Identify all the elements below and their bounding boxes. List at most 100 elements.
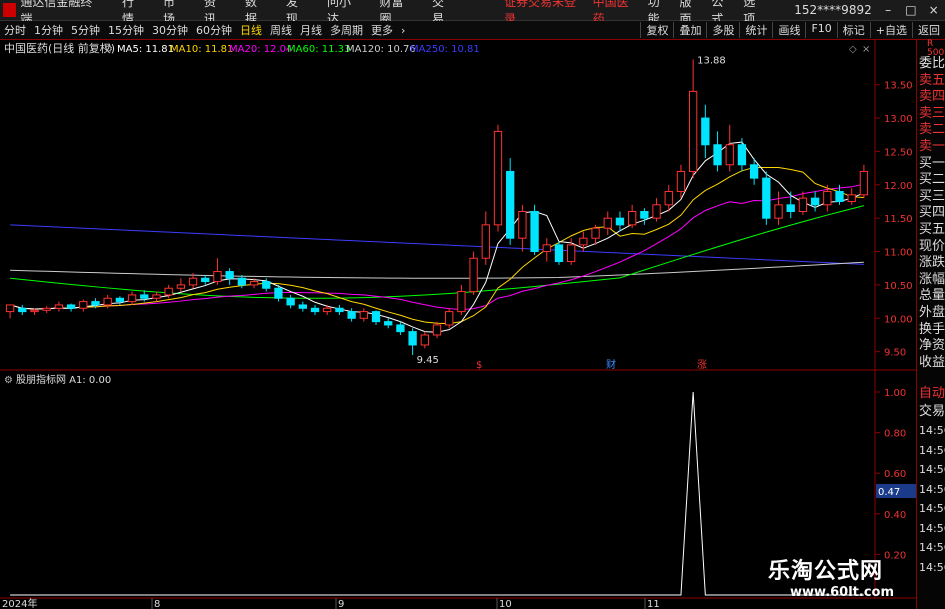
period-15min[interactable]: 15分钟 bbox=[108, 22, 144, 38]
user-account[interactable]: 152****9892 bbox=[794, 3, 871, 17]
ma5-label: MA5: 11.81 bbox=[117, 44, 174, 55]
period-daily[interactable]: 日线 bbox=[240, 22, 262, 38]
candle bbox=[445, 308, 454, 329]
period-monthly[interactable]: 月线 bbox=[300, 22, 322, 38]
y-tick-label: 10.50 bbox=[884, 281, 913, 292]
candle-body bbox=[774, 204, 783, 219]
candle-body bbox=[335, 307, 344, 313]
side-lower-0[interactable]: 自动 bbox=[919, 382, 945, 401]
tool-overlay[interactable]: 叠加 bbox=[673, 22, 706, 38]
side-time-6: 14:56 bbox=[919, 541, 945, 554]
close-icon[interactable]: × bbox=[927, 3, 940, 17]
marker-limit-up[interactable]: 涨 bbox=[697, 359, 707, 371]
settings-icon[interactable]: ⚙ bbox=[104, 44, 113, 55]
ma20-label: MA20: 12.04 bbox=[229, 44, 292, 55]
period-multi[interactable]: 多周期 bbox=[330, 22, 363, 38]
candle-body bbox=[323, 307, 332, 313]
candle-body bbox=[152, 294, 161, 299]
candle-body bbox=[213, 271, 222, 283]
tool-adjust[interactable]: 复权 bbox=[640, 22, 673, 38]
candle-body bbox=[420, 334, 429, 346]
candle-body bbox=[859, 170, 869, 196]
candle-body bbox=[384, 321, 393, 326]
candle-body bbox=[652, 204, 661, 219]
candle-body bbox=[79, 301, 88, 309]
candle-body bbox=[640, 211, 649, 219]
side-time-3: 14:56 bbox=[919, 482, 945, 496]
candle-body bbox=[249, 281, 259, 286]
candle-body bbox=[176, 284, 186, 289]
main-chart-title: 中国医药(日线 前复权) bbox=[4, 41, 115, 55]
candle-body bbox=[237, 277, 247, 286]
candle-body bbox=[835, 190, 844, 202]
tool-f10[interactable]: F10 bbox=[805, 22, 836, 38]
y-tick-label: 12.50 bbox=[884, 147, 913, 158]
period-intraday[interactable]: 分时 bbox=[4, 22, 26, 38]
side-time-2: 14:56 bbox=[919, 463, 945, 476]
indicator-settings-icon[interactable]: ⚙ bbox=[4, 375, 13, 386]
watermark-title: 乐淘公式网 bbox=[768, 559, 884, 584]
ind-tick-label: 0.80 bbox=[884, 429, 906, 440]
candle-body bbox=[786, 204, 795, 212]
tool-back[interactable]: 返回 bbox=[912, 22, 945, 38]
low-price-label: 9.45 bbox=[417, 355, 439, 366]
candle-body bbox=[103, 297, 112, 306]
period-weekly[interactable]: 周线 bbox=[270, 22, 292, 38]
chevron-right-icon[interactable]: › bbox=[401, 24, 405, 37]
period-60min[interactable]: 60分钟 bbox=[196, 22, 232, 38]
marker-dividend[interactable]: $ bbox=[476, 360, 482, 371]
candle-body bbox=[725, 144, 734, 166]
side-time-0: 14:56 bbox=[919, 424, 945, 437]
candle-body bbox=[493, 130, 503, 226]
candle-body bbox=[201, 277, 210, 283]
side-time-1: 14:56 bbox=[919, 443, 945, 457]
y-tick-label: 13.00 bbox=[884, 114, 913, 125]
y-tick-label: 9.50 bbox=[884, 348, 906, 359]
ma250-label: MA250: 10.81 bbox=[410, 44, 480, 55]
period-more[interactable]: 更多 bbox=[371, 22, 393, 38]
minimize-icon[interactable]: – bbox=[882, 3, 895, 17]
candle-body bbox=[445, 311, 454, 326]
candle-body bbox=[481, 224, 490, 259]
candle-body bbox=[188, 277, 198, 286]
candle-body bbox=[127, 294, 137, 303]
tool-draw-line[interactable]: 画线 bbox=[772, 22, 805, 38]
candle-body bbox=[115, 297, 125, 303]
kline-chart[interactable]: 中国医药(日线 前复权) ⚙ MA5: 11.81 MA10: 11.81 MA… bbox=[0, 40, 916, 609]
candle-body bbox=[567, 244, 576, 263]
period-30min[interactable]: 30分钟 bbox=[152, 22, 188, 38]
candle-body bbox=[432, 324, 442, 336]
maximize-icon[interactable]: □ bbox=[905, 3, 918, 17]
candle-body bbox=[506, 170, 515, 239]
candle-body bbox=[359, 311, 368, 319]
tool-multi-stock[interactable]: 多股 bbox=[706, 22, 739, 38]
candle bbox=[554, 241, 564, 265]
candle bbox=[530, 204, 539, 255]
candle-body bbox=[225, 271, 234, 279]
candle-body bbox=[54, 304, 64, 309]
diamond-icon[interactable]: ◇ bbox=[849, 44, 857, 55]
period-1min[interactable]: 1分钟 bbox=[34, 22, 63, 38]
marker-finance[interactable]: 财 bbox=[606, 358, 616, 371]
period-5min[interactable]: 5分钟 bbox=[71, 22, 100, 38]
candle-body bbox=[615, 217, 625, 226]
tool-add-watchlist[interactable]: +自选 bbox=[869, 22, 912, 38]
tool-mark[interactable]: 标记 bbox=[836, 22, 870, 38]
candle-body bbox=[66, 304, 76, 309]
candle-body bbox=[408, 331, 417, 346]
candle-body bbox=[518, 211, 527, 239]
y-tick-label: 13.50 bbox=[884, 81, 913, 92]
candle-body bbox=[798, 197, 808, 213]
candle bbox=[506, 158, 515, 245]
side-time-7: 14:56 bbox=[919, 560, 945, 574]
indicator-title: 股朋指标网 A1: 0.00 bbox=[16, 373, 111, 386]
close-panel-icon[interactable]: × bbox=[862, 44, 870, 55]
candle-body bbox=[579, 237, 588, 246]
ma60-label: MA60: 11.33 bbox=[287, 44, 350, 55]
candle-body bbox=[554, 244, 564, 263]
tool-statistics[interactable]: 统计 bbox=[739, 22, 772, 38]
side-lower-1[interactable]: 交易 bbox=[919, 400, 945, 419]
side-item-18: 收益 bbox=[919, 354, 945, 370]
side-time-4: 14:56 bbox=[919, 502, 945, 515]
candle-body bbox=[164, 287, 173, 296]
